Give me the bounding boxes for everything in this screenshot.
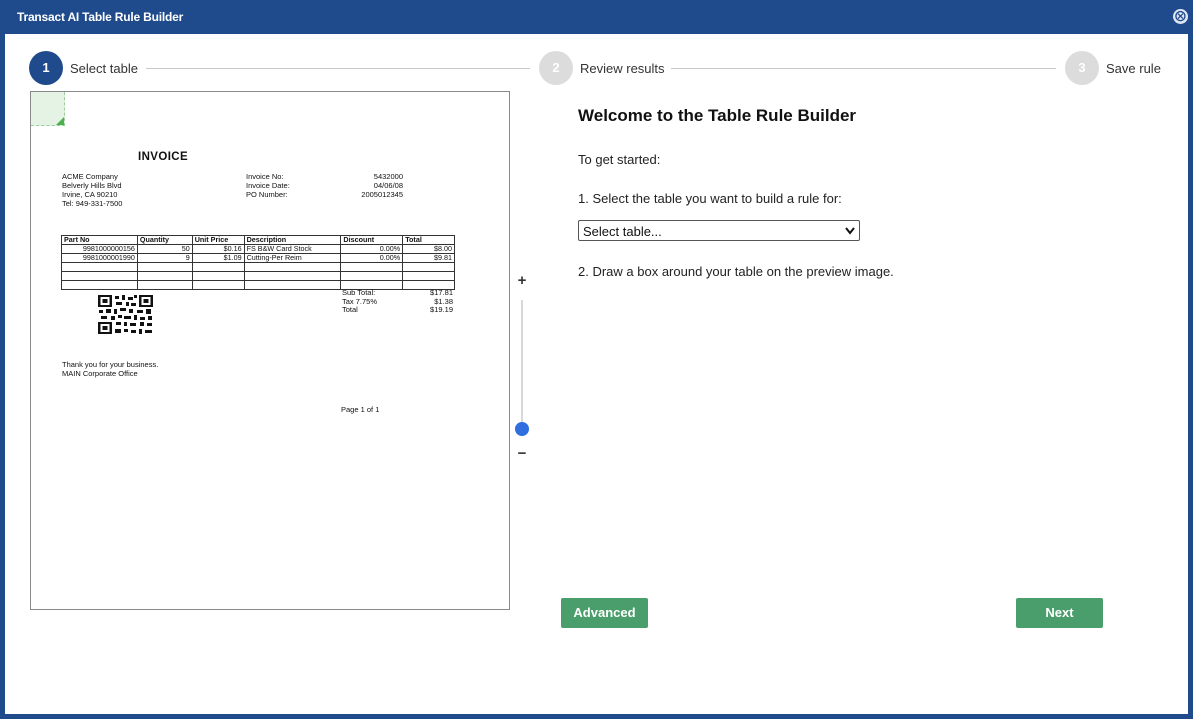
meta-label: PO Number: xyxy=(246,190,288,199)
qr-code-icon xyxy=(97,294,154,335)
page-title: Welcome to the Table Rule Builder xyxy=(578,106,857,125)
step-label: Save rule xyxy=(1106,61,1161,76)
table-row-empty xyxy=(61,262,455,272)
address-line: Tel: 949-331-7500 xyxy=(62,199,123,208)
select-value: Select table... xyxy=(583,224,662,239)
meta-value: 04/06/08 xyxy=(373,181,403,190)
intro-text: To get started: xyxy=(578,152,661,167)
thanks-line: Thank you for your business. xyxy=(62,360,159,369)
thanks-line: MAIN Corporate Office xyxy=(62,369,138,378)
invoice-document: INVOICE ACME Company Belverly Hills Blvd… xyxy=(31,92,509,609)
zoom-in-icon[interactable]: + xyxy=(516,273,528,289)
step-number: 3 xyxy=(1065,51,1099,85)
advanced-button[interactable]: Advanced xyxy=(561,598,648,628)
instruction-step-1: 1. Select the table you want to build a … xyxy=(578,191,842,206)
invoice-meta-values: 5432000 04/06/08 2005012345 xyxy=(341,172,403,199)
table-row: 9981000001990 9 $1.09 Cutting-Per Reim 0… xyxy=(61,253,455,263)
table-row-empty xyxy=(61,280,455,290)
invoice-preview[interactable]: INVOICE ACME Company Belverly Hills Blvd… xyxy=(30,91,510,610)
table-cell: $9.81 xyxy=(402,253,455,263)
address-line: Belverly Hills Blvd xyxy=(62,181,122,190)
close-icon[interactable]: ⨂ xyxy=(1173,9,1188,24)
invoice-meta-labels: Invoice No: Invoice Date: PO Number: xyxy=(246,172,290,199)
address-line: ACME Company xyxy=(62,172,118,181)
meta-label: Invoice Date: xyxy=(246,181,290,190)
resize-handle-icon[interactable] xyxy=(56,117,64,125)
step-label: Review results xyxy=(580,61,665,76)
address-line: Irvine, CA 90210 xyxy=(62,190,118,199)
totals-values: $17.81 $1.38 $19.19 xyxy=(401,288,453,315)
table-cell: 0.00% xyxy=(340,253,404,263)
selection-box[interactable] xyxy=(31,92,65,126)
meta-value: 2005012345 xyxy=(361,190,403,199)
meta-label: Invoice No: xyxy=(246,172,284,181)
zoom-out-icon[interactable]: − xyxy=(516,446,528,462)
table-cell: 9 xyxy=(136,253,193,263)
step-label: Select table xyxy=(70,61,138,76)
step-connector xyxy=(671,68,1056,69)
instruction-step-2: 2. Draw a box around your table on the p… xyxy=(578,264,894,279)
totals-value: $19.19 xyxy=(430,305,453,314)
title-bar: Transact AI Table Rule Builder ⨂ xyxy=(5,0,1193,34)
step-number: 2 xyxy=(539,51,573,85)
table-cell: 9981000001990 xyxy=(61,253,138,263)
meta-value: 5432000 xyxy=(373,172,403,181)
thank-you-note: Thank you for your business. MAIN Corpor… xyxy=(62,360,158,378)
table-select-dropdown[interactable]: Select table... xyxy=(578,220,860,241)
next-button[interactable]: Next xyxy=(1016,598,1103,628)
step-number: 1 xyxy=(29,51,63,85)
step-connector xyxy=(146,68,530,69)
table-cell: $1.09 xyxy=(191,253,245,263)
chevron-down-icon xyxy=(845,223,855,242)
page-number: Page 1 of 1 xyxy=(341,405,380,414)
totals-labels: Sub Total: Tax 7.75% Total xyxy=(342,288,377,315)
company-address: ACME Company Belverly Hills Blvd Irvine,… xyxy=(62,172,122,208)
table-row-empty xyxy=(61,271,455,281)
table-cell: 50 xyxy=(136,244,193,254)
totals-label: Total xyxy=(342,305,358,314)
invoice-line-items-table: Part No Quantity Unit Price Description … xyxy=(61,235,455,290)
table-cell: Cutting-Per Reim xyxy=(243,253,342,263)
invoice-title: INVOICE xyxy=(138,151,189,163)
window-title: Transact AI Table Rule Builder xyxy=(17,10,184,24)
zoom-slider-track[interactable] xyxy=(521,300,523,436)
